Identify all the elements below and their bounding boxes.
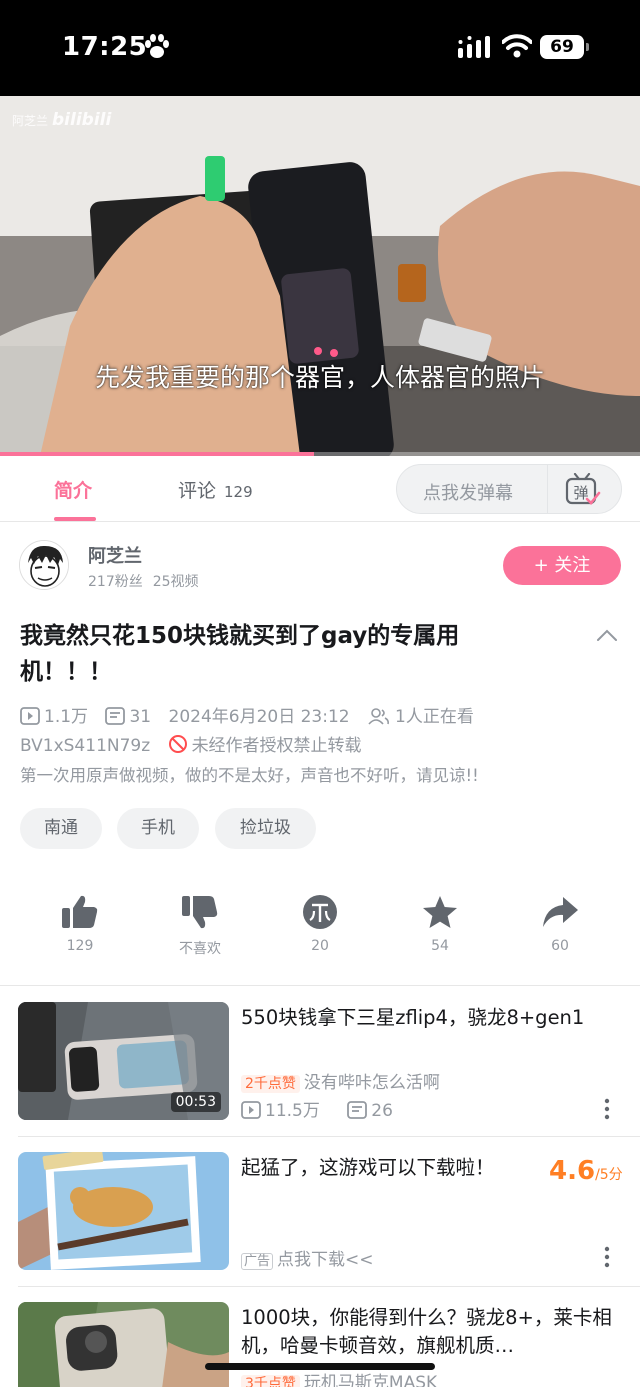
danmu-divider [547, 465, 548, 513]
rating-suffix: /5分 [595, 1167, 623, 1183]
author-fans: 217粉丝 [88, 574, 143, 590]
ad-meta: 广告 点我下载<< [241, 1245, 374, 1270]
paw-icon [145, 34, 169, 58]
ad-card[interactable]: 起猛了，这游戏可以下载啦！ 4.6/5分 广告 点我下载<< [0, 1152, 640, 1302]
card-divider [18, 1136, 640, 1137]
tab-comments-count: 129 [224, 483, 253, 501]
tab-bar: 简介 评论 129 点我发弹幕 弹 [0, 456, 640, 522]
danmaku-count-icon [347, 1101, 368, 1119]
star-icon [423, 896, 457, 928]
card-stats: 11.5万 26 [241, 1096, 393, 1121]
battery-indicator: 69 [540, 35, 589, 59]
home-indicator[interactable] [205, 1363, 435, 1370]
danmu-input[interactable]: 点我发弹幕 弹 [396, 464, 622, 514]
danmaku-count: 31 [129, 707, 152, 727]
video-duration: 00:53 [170, 1092, 221, 1112]
favorite-count: 54 [431, 938, 449, 954]
share-icon [543, 897, 578, 927]
video-frame [0, 96, 640, 456]
watching-icon [368, 708, 390, 725]
section-divider [0, 985, 640, 986]
no-repost-icon [168, 735, 187, 753]
tag-item[interactable]: 捡垃圾 [215, 808, 316, 849]
likes-badge: 2千点赞 [241, 1075, 300, 1093]
favorite-button[interactable]: 54 [395, 894, 485, 954]
share-count: 60 [551, 938, 569, 954]
video-subtitle: 先发我重要的那个器官，人体器官的照片 [94, 363, 545, 392]
avatar[interactable] [19, 540, 69, 590]
card-meta: 3千点赞 玩机马斯克MASK [241, 1368, 437, 1387]
thumbnail-image [18, 1302, 229, 1387]
like-button[interactable]: 129 [35, 894, 125, 954]
tab-active-indicator [54, 517, 96, 521]
card-danmaku: 26 [371, 1101, 393, 1121]
video-meta-row: 1.1万 31 2024年6月20日 23:12 1人正在看 [20, 702, 474, 727]
share-button[interactable]: 60 [515, 894, 605, 954]
rating-value: 4.6 [549, 1156, 596, 1186]
coin-count: 20 [311, 938, 329, 954]
likes-badge: 3千点赞 [241, 1375, 300, 1387]
tab-comments-label: 评论 [178, 480, 217, 502]
play-count-icon [20, 707, 40, 725]
dislike-label: 不喜欢 [179, 941, 221, 957]
card-title: 550块钱拿下三星zflip4，骁龙8+gen1 [241, 1006, 585, 1029]
video-player[interactable]: 阿芝兰 bilibili 先发我重要的那个器官，人体器官的照片 [0, 96, 640, 456]
video-meta-row-2: BV1xS411N79z 未经作者授权禁止转载 [20, 731, 362, 756]
coin-icon [303, 895, 337, 929]
card-uploader[interactable]: 玩机马斯克MASK [304, 1373, 437, 1387]
card-title: 1000块，你能得到什么？骁龙8+，莱卡相机，哈曼卡顿音效，旗舰机质… [241, 1306, 612, 1357]
thumbnail-image [18, 1152, 229, 1270]
video-description: 第一次用原声做视频，做的不是太好，声音也不好听，请见谅!! [20, 766, 479, 785]
tag-item[interactable]: 南通 [20, 808, 102, 849]
recommendation-card[interactable]: 1000块，你能得到什么？骁龙8+，莱卡相机，哈曼卡顿音效，旗舰机质… 3千点赞… [0, 1302, 640, 1387]
card-views: 11.5万 [265, 1101, 320, 1121]
play-count-icon [241, 1101, 261, 1119]
coin-button[interactable]: 20 [275, 894, 365, 954]
more-options-icon[interactable] [600, 1246, 614, 1268]
follow-button[interactable]: + 关注 [503, 546, 621, 585]
watching-count: 1人正在看 [395, 707, 474, 727]
video-thumbnail: 00:53 [18, 1002, 229, 1120]
wifi-icon [502, 34, 532, 58]
ad-rating: 4.6/5分 [549, 1156, 623, 1186]
danmaku-count-icon [105, 707, 126, 725]
ad-label: 广告 [241, 1253, 274, 1270]
view-count: 1.1万 [44, 707, 89, 727]
ad-cta[interactable]: 点我下载<< [277, 1250, 374, 1270]
signal-icon [458, 36, 490, 58]
danmu-toggle-icon[interactable]: 弹 [565, 473, 601, 507]
dislike-button[interactable]: 不喜欢 [155, 894, 245, 958]
card-uploader[interactable]: 没有哔咔怎么活啊 [304, 1073, 440, 1093]
author-videos: 25视频 [152, 574, 199, 590]
status-bar: 17:25 69 [0, 0, 640, 96]
card-divider [18, 1286, 640, 1287]
more-options-icon[interactable] [600, 1098, 614, 1120]
publish-date: 2024年6月20日 23:12 [168, 707, 350, 727]
ad-title: 起猛了，这游戏可以下载啦！ [241, 1156, 495, 1179]
status-time: 17:25 [62, 32, 148, 62]
tab-intro[interactable]: 简介 [54, 476, 92, 503]
video-thumbnail [18, 1302, 229, 1387]
ad-thumbnail [18, 1152, 229, 1270]
recommendation-card[interactable]: 00:53 550块钱拿下三星zflip4，骁龙8+gen1 2千点赞 没有哔咔怎… [0, 1002, 640, 1152]
thumbs-up-icon [62, 895, 98, 928]
video-title: 我竟然只花150块钱就买到了gay的专属用机！！！ [20, 623, 460, 685]
copyright-notice: 未经作者授权禁止转载 [191, 736, 362, 756]
author-stats: 217粉丝 25视频 [88, 571, 199, 591]
card-meta: 2千点赞 没有哔咔怎么活啊 [241, 1068, 440, 1093]
danmu-placeholder: 点我发弹幕 [423, 483, 513, 504]
watermark: 阿芝兰 bilibili [12, 110, 112, 130]
bvid: BV1xS411N79z [20, 736, 151, 756]
like-count: 129 [66, 938, 94, 954]
chevron-up-icon[interactable] [594, 626, 620, 646]
author-name[interactable]: 阿芝兰 [88, 542, 142, 568]
avatar-image [20, 541, 68, 589]
tag-item[interactable]: 手机 [117, 808, 199, 849]
tab-comments[interactable]: 评论 129 [178, 476, 253, 503]
thumbs-down-icon [182, 896, 218, 929]
